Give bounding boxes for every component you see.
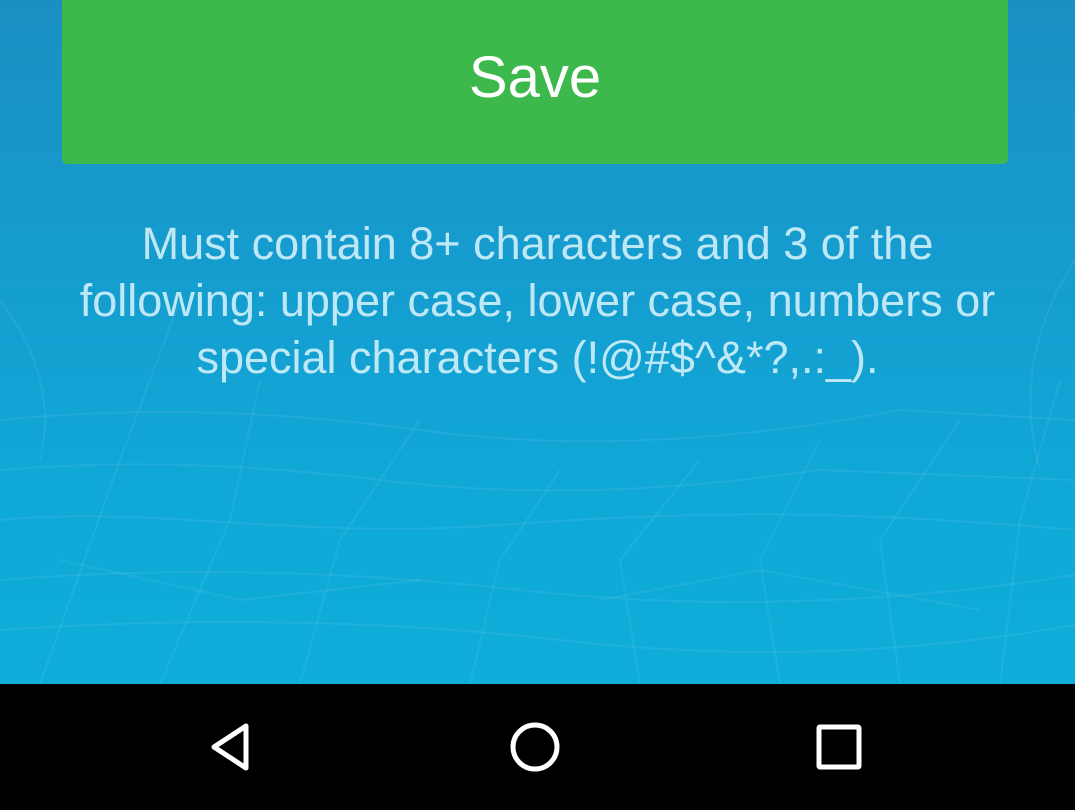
password-requirements-text: Must contain 8+ characters and 3 of the … xyxy=(79,218,996,383)
save-button-label: Save xyxy=(468,45,602,110)
recents-square-icon xyxy=(816,724,862,770)
save-button[interactable]: Save xyxy=(62,0,1008,164)
back-triangle-icon xyxy=(211,723,249,771)
main-content: Save Must contain 8+ characters and 3 of… xyxy=(0,0,1075,684)
back-button[interactable] xyxy=(172,684,292,810)
home-circle-icon xyxy=(510,722,560,772)
system-navigation-bar xyxy=(0,684,1075,810)
screen: Save Must contain 8+ characters and 3 of… xyxy=(0,0,1075,810)
home-button[interactable] xyxy=(475,684,595,810)
recents-button[interactable] xyxy=(779,684,899,810)
